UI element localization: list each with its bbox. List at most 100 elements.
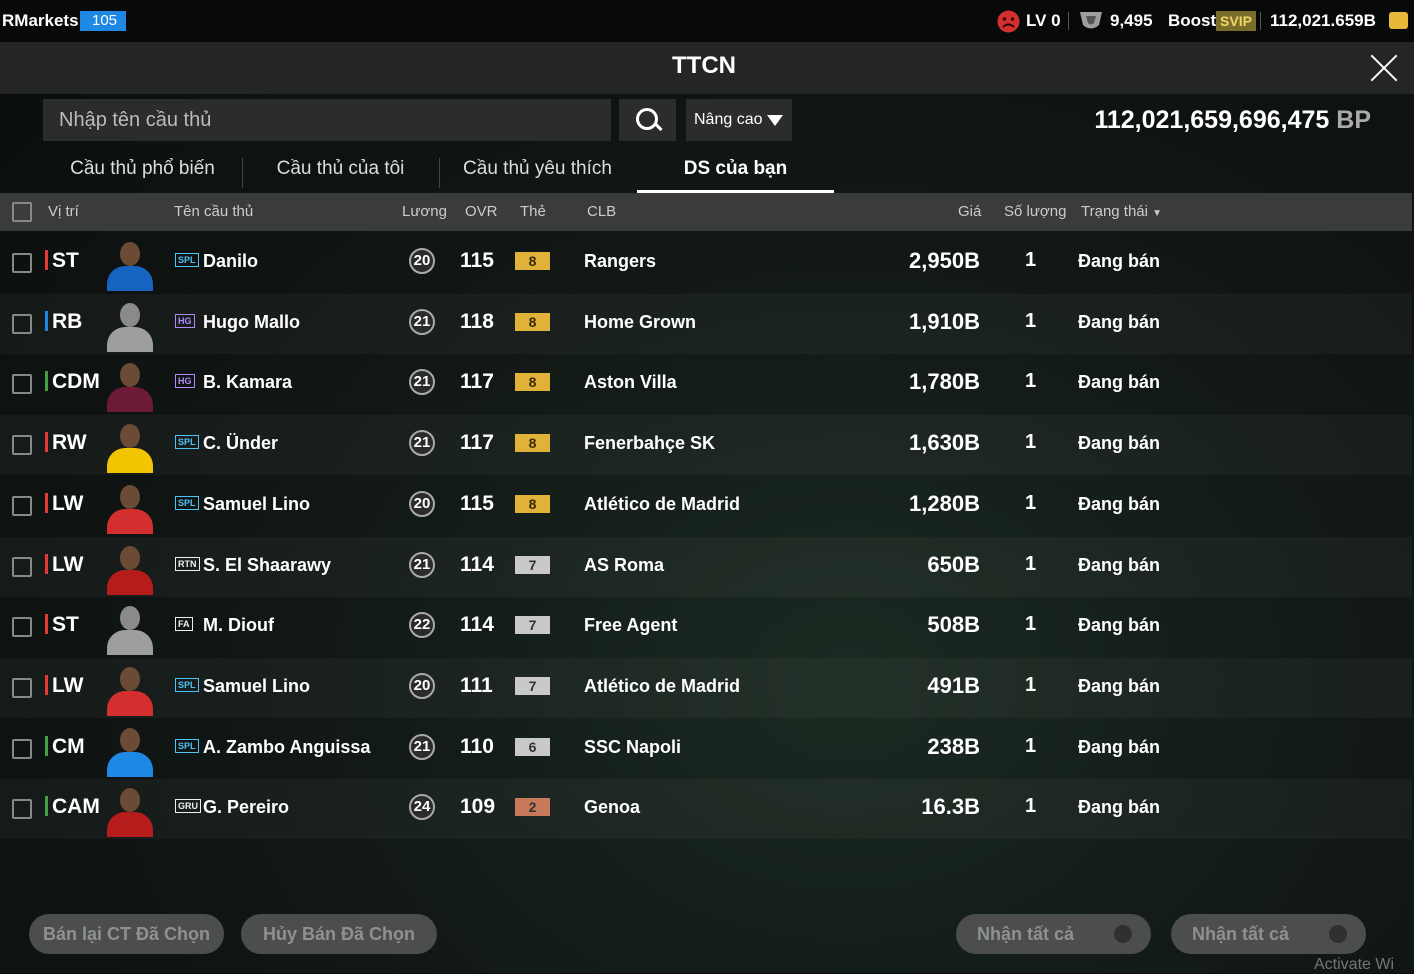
player-avatar xyxy=(102,540,158,595)
row-checkbox[interactable] xyxy=(12,556,32,577)
header-position: Vị trí xyxy=(48,203,79,220)
player-name[interactable]: Hugo Mallo xyxy=(203,312,300,333)
search-icon xyxy=(636,108,658,130)
player-ovr: 117 xyxy=(460,370,494,394)
tab-your-list[interactable]: DS của bạn xyxy=(637,158,834,193)
tab-favorite-players[interactable]: Cầu thủ yêu thích xyxy=(440,158,635,190)
player-name[interactable]: C. Ünder xyxy=(203,433,278,454)
listing-quantity: 1 xyxy=(1025,431,1037,454)
table-row[interactable]: ST FA M. Diouf 22 114 7 Free Agent 508B 1 Đang bá… xyxy=(0,597,1412,657)
row-checkbox[interactable] xyxy=(12,617,32,638)
player-position: RB xyxy=(52,309,83,333)
row-checkbox[interactable] xyxy=(12,495,32,516)
row-checkbox[interactable] xyxy=(12,313,32,334)
row-checkbox[interactable] xyxy=(12,374,32,395)
tab-popular-players[interactable]: Cầu thủ phổ biến xyxy=(45,158,240,190)
coin-icon xyxy=(1389,12,1408,29)
player-ovr: 114 xyxy=(460,613,494,637)
listing-price: 650B xyxy=(927,551,980,577)
table-row[interactable]: CAM GRU G. Pereiro 24 109 2 Genoa 16.3B 1 Đang bá… xyxy=(0,779,1412,839)
position-color-bar xyxy=(45,674,48,695)
chevron-down-icon xyxy=(767,115,783,126)
header-club: CLB xyxy=(587,203,617,220)
header-status-sort[interactable]: Trạng thái ▼ xyxy=(1081,203,1162,220)
table-row[interactable]: RB HG Hugo Mallo 21 118 8 Home Grown 1,910B 1 Đan… xyxy=(0,294,1412,354)
player-position: ST xyxy=(52,249,79,272)
claim-all-button-2[interactable]: Nhận tất cả xyxy=(1171,914,1366,954)
bp-balance-unit: BP xyxy=(1336,106,1371,134)
league-badge: GRU xyxy=(175,799,201,814)
player-position: CM xyxy=(52,734,85,758)
table-row[interactable]: LW RTN S. El Shaarawy 21 114 7 AS Roma 650B 1 Đan… xyxy=(0,537,1412,597)
row-checkbox[interactable] xyxy=(12,253,32,273)
listing-price: 508B xyxy=(927,612,980,638)
tab-my-players[interactable]: Cầu thủ của tôi xyxy=(243,158,438,190)
table-row[interactable]: ST SPL Danilo 20 115 8 Rangers 2,950B 1 Đang bán xyxy=(0,233,1412,293)
search-input[interactable] xyxy=(43,99,611,141)
salary-badge: 24 xyxy=(409,794,435,821)
table-row[interactable]: CM SPL A. Zambo Anguissa 21 110 6 SSC Napoli 23… xyxy=(0,719,1412,779)
header-name: Tên cầu thủ xyxy=(174,203,254,220)
player-avatar xyxy=(102,722,158,777)
table-row[interactable]: LW SPL Samuel Lino 20 115 8 Atlético de Madrid… xyxy=(0,476,1412,536)
top-bar: RMarkets 105 LV 0 9,495 Boost SVIP 112,0… xyxy=(0,0,1414,42)
player-avatar xyxy=(102,479,158,534)
listing-status: Đang bán xyxy=(1078,554,1161,575)
player-name[interactable]: B. Kamara xyxy=(203,372,292,393)
position-color-bar xyxy=(45,735,48,756)
card-level-badge: 8 xyxy=(515,494,550,513)
player-name[interactable]: S. El Shaarawy xyxy=(203,555,331,576)
listing-status: Đang bán xyxy=(1078,311,1161,332)
listing-quantity: 1 xyxy=(1025,491,1037,514)
player-name[interactable]: M. Diouf xyxy=(203,615,274,636)
card-level-badge: 6 xyxy=(515,737,550,756)
player-name[interactable]: A. Zambo Anguissa xyxy=(203,737,370,758)
row-checkbox[interactable] xyxy=(12,677,32,698)
player-ovr: 118 xyxy=(460,309,494,333)
listing-price: 16.3B xyxy=(921,794,980,820)
app-name: RMarkets xyxy=(2,11,79,30)
listing-price: 1,780B xyxy=(909,369,980,395)
player-position: CDM xyxy=(52,370,100,394)
advanced-filter-label: Nâng cao xyxy=(694,111,763,128)
player-name[interactable]: Samuel Lino xyxy=(203,676,310,697)
league-badge: SPL xyxy=(175,253,199,267)
claim-all-label: Nhận tất cả xyxy=(977,924,1075,944)
listing-quantity: 1 xyxy=(1025,309,1037,332)
listing-status: Đang bán xyxy=(1078,372,1161,393)
header-card: Thẻ xyxy=(520,203,546,220)
search-button[interactable] xyxy=(619,99,676,141)
table-row[interactable]: LW SPL Samuel Lino 20 111 7 Atlético de Madrid… xyxy=(0,658,1412,718)
row-checkbox[interactable] xyxy=(12,738,32,759)
player-name[interactable]: G. Pereiro xyxy=(203,797,289,818)
position-color-bar xyxy=(45,371,48,392)
cancel-selected-button[interactable]: Hủy Bán Đã Chọn xyxy=(241,914,437,954)
advanced-filter-dropdown[interactable]: Nâng cao xyxy=(686,99,792,141)
resell-selected-button[interactable]: Bán lại CT Đã Chọn xyxy=(29,914,224,954)
salary-badge: 20 xyxy=(409,248,435,274)
bp-balance-value: 112,021,659,696,475 xyxy=(1094,106,1330,134)
position-color-bar xyxy=(45,796,48,817)
row-checkbox[interactable] xyxy=(12,799,32,820)
select-all-checkbox[interactable] xyxy=(12,202,32,222)
card-level-badge: 7 xyxy=(515,555,550,574)
player-name[interactable]: Samuel Lino xyxy=(203,494,310,515)
league-badge: HG xyxy=(175,374,195,389)
position-color-bar xyxy=(45,310,48,331)
listing-status: Đang bán xyxy=(1078,251,1161,271)
player-ovr: 111 xyxy=(460,673,493,697)
claim-all-button-1[interactable]: Nhận tất cả xyxy=(956,914,1151,954)
table-row[interactable]: RW SPL C. Ünder 21 117 8 Fenerbahçe SK 1,630B 1 Đ… xyxy=(0,415,1412,475)
trophy-icon xyxy=(1080,12,1102,29)
listing-status: Đang bán xyxy=(1078,615,1161,636)
table-row[interactable]: CDM HG B. Kamara 21 117 8 Aston Villa 1,780B 1 Đa… xyxy=(0,354,1412,414)
player-avatar xyxy=(102,418,158,474)
trophy-count: 9,495 xyxy=(1110,11,1153,30)
player-name[interactable]: Danilo xyxy=(203,251,258,272)
close-icon[interactable] xyxy=(1368,52,1400,84)
page-title: TTCN xyxy=(672,52,736,79)
salary-badge: 20 xyxy=(409,672,435,699)
row-checkbox[interactable] xyxy=(12,435,32,456)
svip-badge: SVIP xyxy=(1216,11,1256,31)
player-ovr: 110 xyxy=(460,734,494,758)
